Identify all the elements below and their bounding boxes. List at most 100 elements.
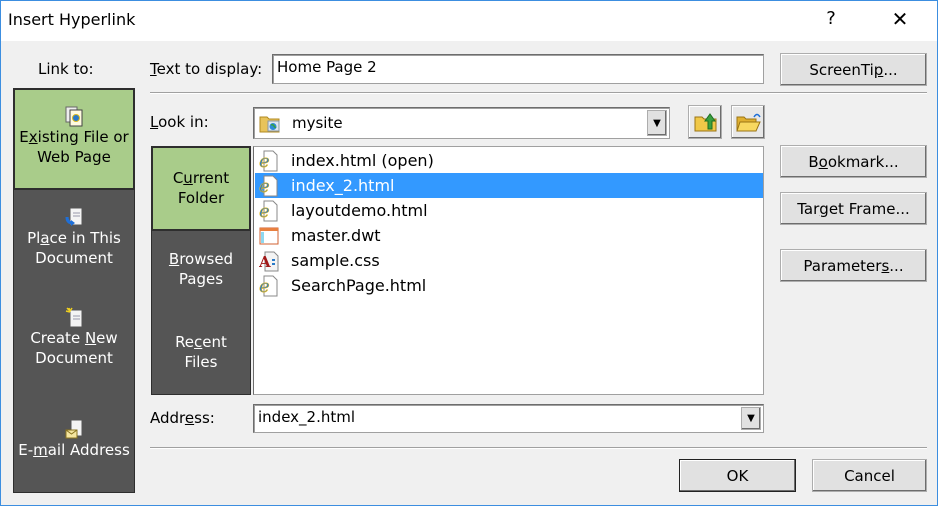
label-part: m [33,441,48,459]
label-part: Addr [150,409,185,427]
look-in-label: Look in: [150,113,209,131]
label-part: Document [35,249,113,267]
label-part: ce in This [49,229,121,247]
link-to-sidebar: Existing File or Web Page Place in This … [13,88,135,493]
label-part: Document [35,349,113,367]
up-folder-button[interactable] [688,105,722,139]
label-part: E [19,128,29,146]
ie-html-icon: e [259,150,279,172]
label-part: Web Page [37,148,111,166]
label-part: Files [184,353,218,371]
address-label: Address: [150,409,215,427]
label-part: B [168,250,180,268]
up-folder-icon [694,111,718,137]
help-button[interactable]: ? [821,8,841,29]
label-part: p [873,60,884,79]
label-part: L [150,113,159,131]
label-part: Tar [797,199,820,218]
look-in-dropdown[interactable]: mysite ▼ [253,107,670,139]
dialog-title: Insert Hyperlink [8,10,136,29]
file-list-item-selected[interactable]: e index_2.html [255,173,763,198]
label-part: Folder [177,189,225,207]
link-to-existing-file[interactable]: Existing File or Web Page [13,88,135,190]
ok-button[interactable]: OK [679,459,796,492]
browse-mode-nav: Current Folder Browsed Pages Recent File… [151,146,251,395]
file-list-item[interactable]: master.dwt [255,223,763,248]
look-in-dropdown-arrow[interactable]: ▼ [647,110,667,136]
file-name: sample.css [291,251,380,270]
recent-files-tab[interactable]: Recent Files [152,332,250,382]
ie-html-icon: e [259,200,279,222]
file-list-item[interactable]: e SearchPage.html [255,273,763,298]
file-name: layoutdemo.html [291,201,428,220]
browse-folder-button[interactable] [731,105,765,139]
current-folder-tab[interactable]: Current Folder [151,146,251,231]
svg-text:e: e [259,201,270,222]
label-part: ss: [194,409,215,427]
label-part: rrent [192,169,230,187]
label-part: B [808,152,819,171]
title-bar: Insert Hyperlink ? ✕ [1,1,937,41]
svg-text:e: e [259,176,270,197]
text-to-display-value: Home Page 2 [277,58,377,76]
close-button[interactable]: ✕ [887,7,913,31]
ie-html-icon: e [259,175,279,197]
address-input[interactable]: index_2.html ▼ [253,404,764,433]
look-in-value: mysite [292,114,343,132]
cancel-button[interactable]: Cancel [812,459,927,492]
new-document-icon [65,307,83,328]
address-dropdown-arrow[interactable]: ▼ [741,407,761,430]
label-part: ail Address [47,441,130,459]
ie-html-icon: e [259,275,279,297]
file-list-item[interactable]: A sample.css [255,248,763,273]
insert-hyperlink-dialog: Insert Hyperlink ? ✕ Link to: Existing F… [0,0,938,506]
label-part: okmark... [827,152,899,171]
label-part: ScreenTi [809,60,874,79]
bottom-separator [150,447,927,449]
link-to-create-new-document[interactable]: Create New Document [14,307,134,387]
link-to-place-in-document[interactable]: Place in This Document [14,207,134,287]
label-part: E- [18,441,34,459]
target-frame-button[interactable]: Tar g et Frame... [780,192,927,225]
label-part: isting File or [37,128,129,146]
label-part: N [84,329,97,347]
label-part: ... [883,60,898,79]
label-part: ent [202,333,227,351]
file-list-item[interactable]: e index.html (open) [255,148,763,173]
browse-folder-icon [736,111,762,137]
label-part: ext to display: [156,60,263,78]
label-part: C [172,169,184,187]
label-part: Pl [27,229,41,247]
text-to-display-input[interactable]: Home Page 2 [272,54,764,84]
link-to-email-address[interactable]: E-mail Address [14,419,134,479]
address-value: index_2.html [258,408,356,426]
file-name: index_2.html [291,176,395,195]
label-part: et Frame... [828,199,910,218]
svg-text:e: e [259,151,270,172]
link-to-label: Link to: [38,60,94,78]
label-part: a [40,229,50,247]
label-part: e [184,409,195,427]
web-folder-icon [259,114,281,134]
template-icon [259,225,279,247]
label-part: x [28,128,38,146]
top-separator [150,92,927,94]
css-icon: A [258,250,279,272]
bookmark-button[interactable]: Bo okmark... [780,145,927,178]
label-part: ew [96,329,118,347]
screentip-button[interactable]: ScreenTi p... [780,53,927,86]
label-part: T [150,60,157,78]
label-part: ook in: [158,113,209,131]
label-part: Parameter [803,256,882,275]
label-part: ... [889,256,904,275]
file-list-item[interactable]: e layoutdemo.html [255,198,763,223]
file-name: SearchPage.html [291,276,427,295]
parameters-button[interactable]: Parameter s... [780,249,927,282]
label-part: o [818,152,828,171]
file-list[interactable]: e index.html (open) e index_2.html e lay… [253,146,764,395]
email-icon [65,419,83,439]
file-name: master.dwt [291,226,381,245]
browsed-pages-tab[interactable]: Browsed Pages [152,249,250,299]
label-part: Re [175,333,195,351]
label-part: rowsed [179,250,234,268]
